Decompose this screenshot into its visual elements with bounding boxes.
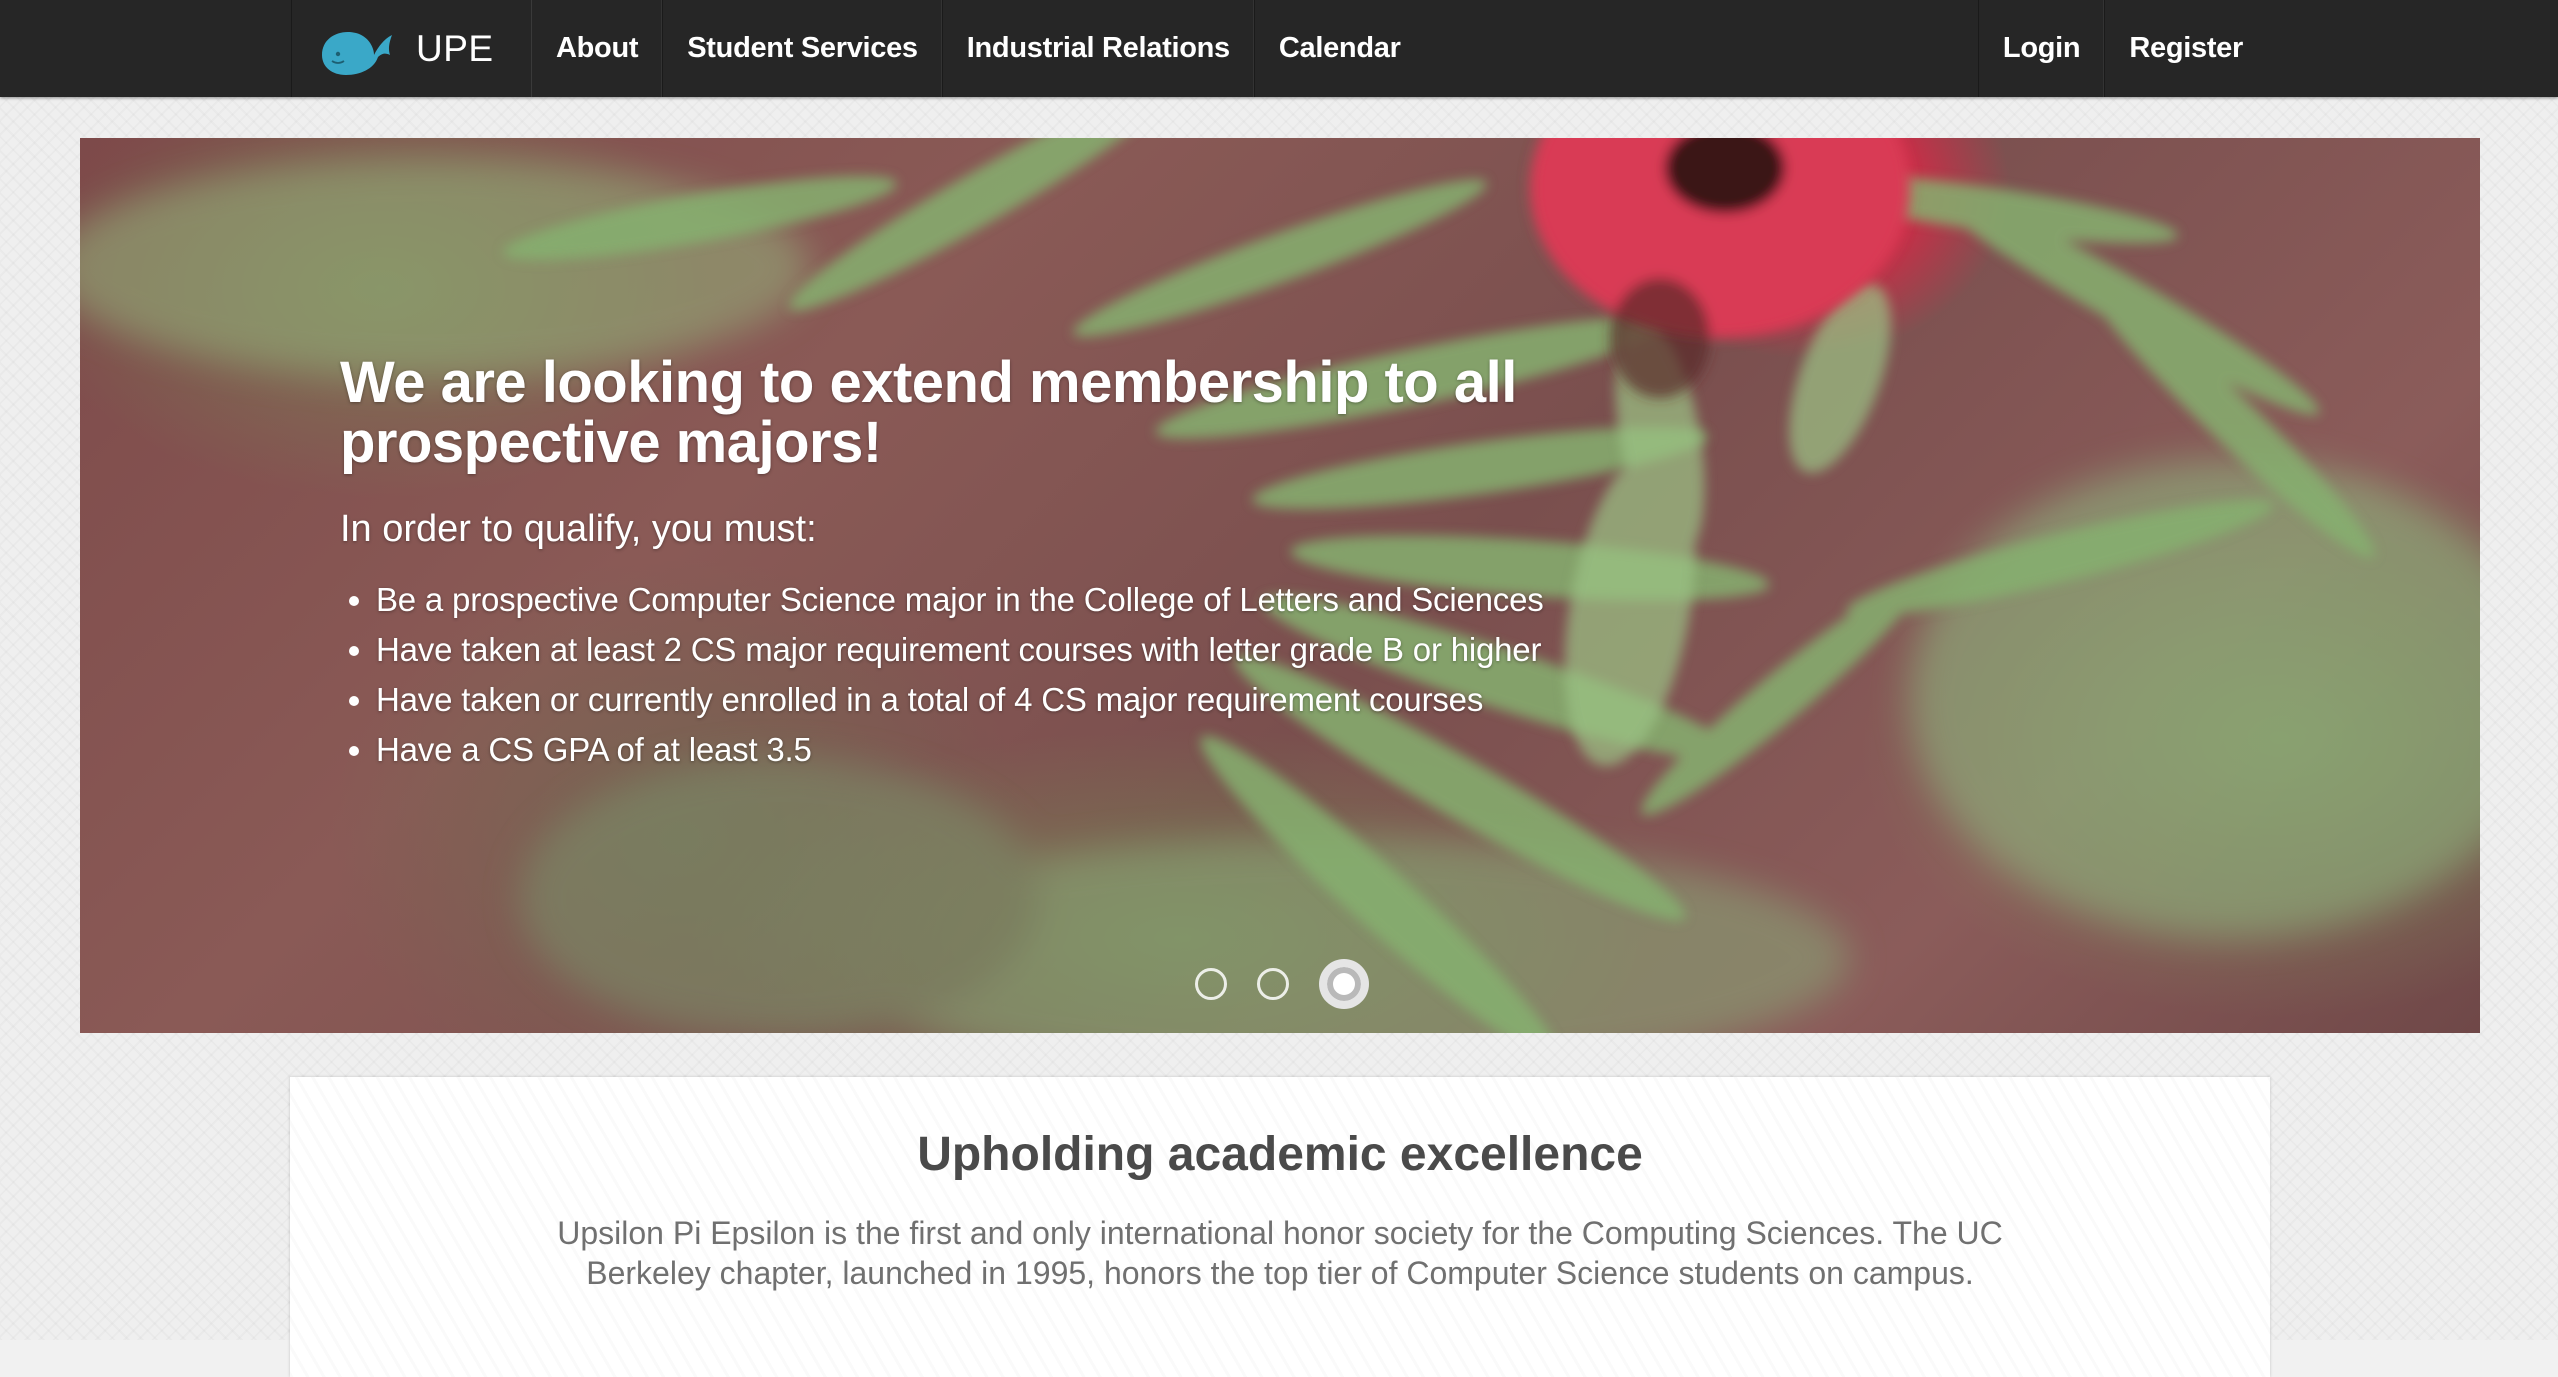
list-item: Have taken or currently enrolled in a to… (376, 675, 1740, 725)
list-item: Have a CS GPA of at least 3.5 (376, 725, 1740, 775)
hero-title: We are looking to extend membership to a… (340, 350, 1517, 475)
carousel-indicators (1195, 959, 1369, 1009)
carousel-dot-1[interactable] (1195, 968, 1227, 1000)
section-description: Upsilon Pi Epsilon is the first and only… (557, 1215, 2003, 1291)
nav-right-menu: Login Register (1977, 0, 2267, 97)
nav-left-menu: About Student Services Industrial Relati… (532, 0, 1425, 97)
nav-industrial-relations[interactable]: Industrial Relations (943, 0, 1255, 97)
requirements-list: Be a prospective Computer Science major … (340, 575, 1740, 775)
hero-subtitle: In order to qualify, you must: (340, 508, 817, 550)
brand-link[interactable]: UPE (291, 0, 532, 97)
list-item: Be a prospective Computer Science major … (376, 575, 1740, 625)
top-navbar: UPE About Student Services Industrial Re… (0, 0, 2558, 97)
navbar-container: UPE About Student Services Industrial Re… (291, 0, 2267, 97)
brand-name: UPE (416, 27, 494, 69)
nav-student-services[interactable]: Student Services (663, 0, 943, 97)
nav-login[interactable]: Login (1977, 0, 2106, 97)
carousel-dot-3-active[interactable] (1319, 959, 1369, 1009)
list-item: Have taken at least 2 CS major requireme… (376, 625, 1740, 675)
hero-caption: We are looking to extend membership to a… (340, 353, 1740, 775)
hero-carousel: We are looking to extend membership to a… (80, 138, 2480, 1033)
nav-calendar[interactable]: Calendar (1255, 0, 1425, 97)
whale-icon (322, 31, 392, 75)
nav-register[interactable]: Register (2105, 0, 2267, 97)
nav-about[interactable]: About (532, 0, 664, 97)
carousel-dot-2[interactable] (1257, 968, 1289, 1000)
section-title: Upholding academic excellence (917, 1128, 1643, 1181)
intro-card: Upholding academic excellence Upsilon Pi… (290, 1077, 2270, 1377)
